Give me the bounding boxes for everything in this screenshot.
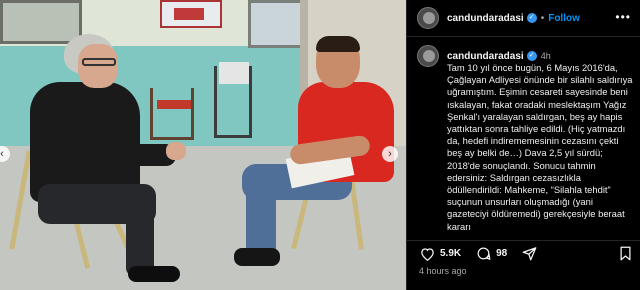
comments-count[interactable]: 98 (496, 248, 507, 259)
share-icon[interactable] (521, 246, 537, 262)
bookmark-icon[interactable] (617, 246, 633, 262)
heart-icon[interactable] (419, 246, 435, 262)
post-username[interactable]: candundaradasi (447, 13, 524, 24)
follow-button[interactable]: Follow (548, 13, 580, 24)
caption-username[interactable]: candundaradasi (447, 51, 524, 62)
post-timestamp: 4 hours ago (419, 266, 467, 276)
post-header: candundaradasi ✓ • Follow ••• (407, 0, 640, 36)
photo-poster (160, 0, 222, 28)
caption-avatar[interactable] (417, 45, 439, 67)
more-options-icon[interactable]: ••• (615, 10, 631, 24)
likes-count[interactable]: 5.9K (440, 248, 461, 259)
caption-verified-badge-icon: ✓ (526, 51, 537, 61)
avatar[interactable] (417, 7, 439, 29)
action-bar: 5.9K 98 (407, 240, 640, 262)
caption-time: 4h (540, 51, 551, 61)
post-sidebar: candundaradasi ✓ • Follow ••• candundara… (406, 0, 640, 290)
photo-person-left (30, 34, 190, 284)
next-photo-button[interactable]: › (382, 146, 398, 162)
comment-icon[interactable] (475, 246, 491, 262)
photo-person-right (232, 36, 402, 286)
verified-badge-icon: ✓ (526, 13, 537, 23)
caption-text: Tam 10 yıl önce bugün, 6 Mayıs 2016'da, … (447, 62, 636, 232)
post-photo[interactable]: ‹ › (0, 0, 406, 290)
separator-dot: • (540, 12, 545, 24)
caption-section: candundaradasi ✓ 4h Tam 10 yıl önce bugü… (407, 36, 640, 240)
